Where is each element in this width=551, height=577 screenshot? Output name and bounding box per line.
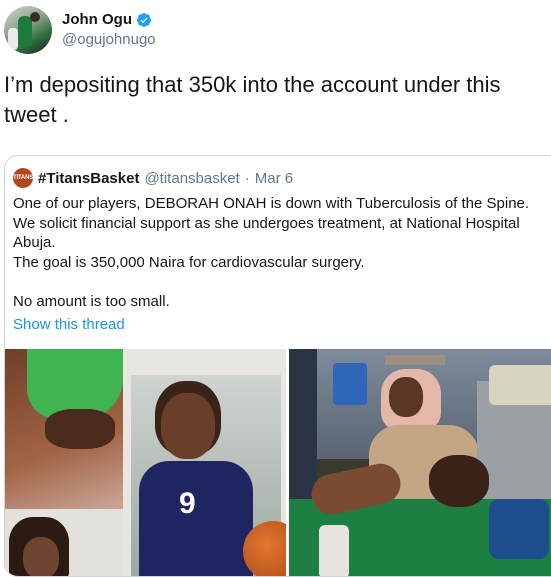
author-name-row[interactable]: John Ogu <box>62 11 152 28</box>
tweet-text: I’m depositing that 350k into the accoun… <box>4 72 501 127</box>
titans-logo[interactable]: TITANS <box>13 168 33 188</box>
avatar-figure <box>18 16 32 46</box>
hospital-photo-image[interactable] <box>289 349 551 576</box>
show-thread-link[interactable]: Show this thread <box>13 316 125 333</box>
quoted-tweet-body: One of our players, DEBORAH ONAH is down… <box>13 194 551 312</box>
avatar-figure <box>8 28 18 50</box>
titans-logo-text: TITANS <box>12 175 34 181</box>
quoted-separator: · <box>244 169 250 187</box>
quoted-date[interactable]: Mar 6 <box>255 170 293 187</box>
quoted-line: We solicit financial support as she unde… <box>13 214 520 252</box>
author-avatar[interactable] <box>4 6 52 54</box>
quoted-tweet-header: TITANS #TitansBasket @titansbasket · Mar… <box>13 168 293 188</box>
jersey-number: 9 <box>179 487 196 520</box>
quoted-line: One of our players, DEBORAH ONAH is down… <box>13 195 530 212</box>
quoted-display-name[interactable]: #TitansBasket <box>38 170 139 187</box>
author-handle[interactable]: @ogujohnugo <box>62 31 156 48</box>
author-display-name[interactable]: John Ogu <box>62 11 132 28</box>
quoted-closing-line: No amount is too small. <box>13 292 170 310</box>
photo-collage-image[interactable]: 9 <box>5 349 286 576</box>
quoted-tweet-card[interactable]: TITANS #TitansBasket @titansbasket · Mar… <box>4 155 551 577</box>
verified-badge-icon <box>136 12 151 27</box>
quoted-handle[interactable]: @titansbasket <box>144 170 239 187</box>
avatar-figure <box>30 12 40 22</box>
quoted-media: 9 <box>5 349 551 576</box>
quoted-line: The goal is 350,000 Naira for cardiovasc… <box>13 253 365 271</box>
